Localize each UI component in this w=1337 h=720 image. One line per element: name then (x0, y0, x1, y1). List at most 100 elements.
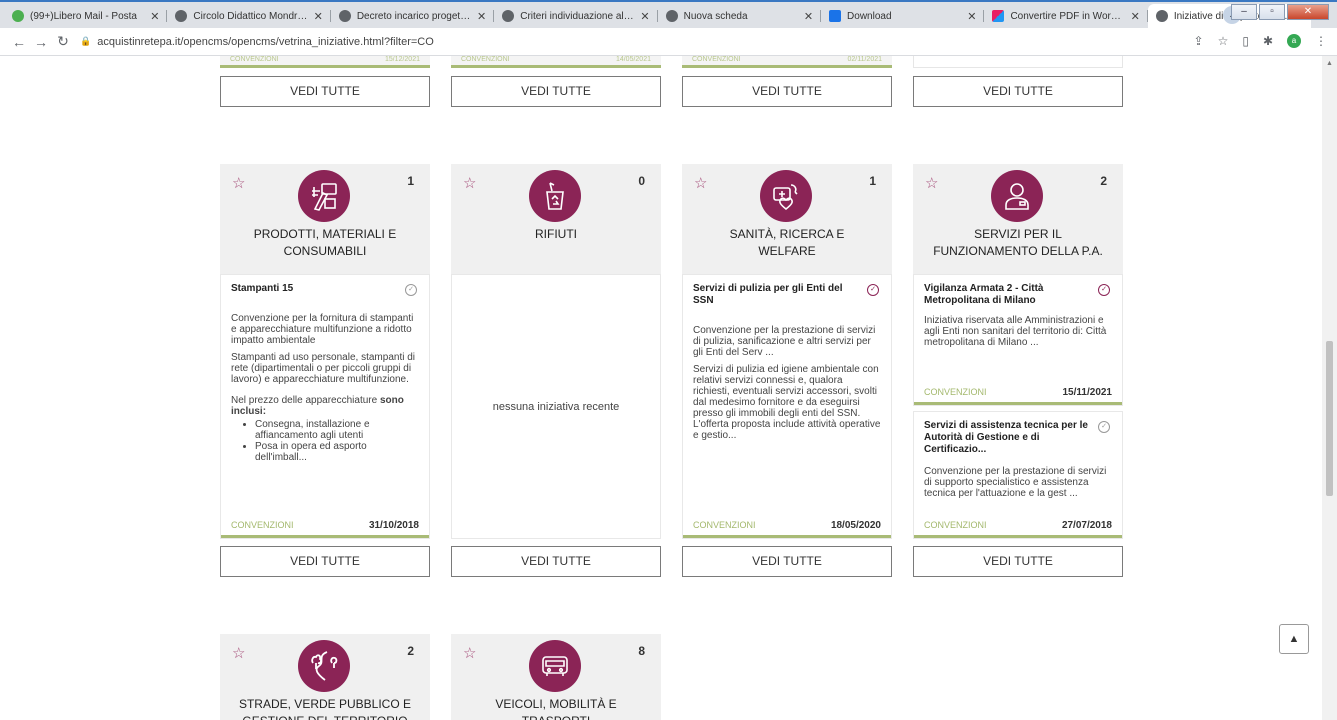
chevron-up-icon: ▲ (1288, 633, 1300, 645)
browser-tab[interactable]: Nuova scheda ✕ (658, 4, 822, 28)
category-card-servizi-pa: ☆ 2 SERVIZI PER IL FUNZIONAMENTO DELLA P… (913, 164, 1123, 539)
lock-icon: 🔒 (80, 36, 92, 46)
pdf-favicon-icon (992, 10, 1005, 22)
scrollbar-thumb[interactable] (1326, 341, 1333, 496)
close-tab-icon[interactable]: ✕ (967, 10, 976, 23)
category-title: VEICOLI, MOBILITÀ E TRASPORTI (495, 697, 617, 720)
close-tab-icon[interactable]: ✕ (477, 10, 486, 23)
initiative-item[interactable]: Servizi di assistenza tecnica per le Aut… (913, 411, 1123, 539)
page-content: CONVENZIONI 15/12/2021 CONVENZIONI 14/05/2… (0, 56, 1322, 720)
category-card-prodotti: ☆ 1 PRODOTTI, MATERIALI E CONSUMABILI St… (220, 164, 430, 539)
category-title: PRODOTTI, MATERIALI E CONSUMABILI (253, 227, 397, 258)
back-to-top-button[interactable]: ▲ (1279, 624, 1309, 654)
initiative-item[interactable]: Stampanti 15 ✓ Convenzione per la fornit… (220, 274, 430, 539)
minimize-button[interactable]: – (1231, 4, 1257, 20)
type-tag: CONVENZIONI (693, 520, 756, 530)
browser-tab[interactable]: Criteri individuazione alunn ✕ (494, 4, 658, 28)
reload-icon[interactable]: ↻ (52, 33, 74, 50)
page-scrollbar[interactable]: ▲ (1322, 56, 1337, 720)
window-controls: – ▫ ✕ (1231, 4, 1329, 20)
item-date: 27/07/2018 (1061, 520, 1112, 531)
healthcare-icon (760, 170, 812, 222)
scroll-up-arrow-icon[interactable]: ▲ (1326, 60, 1333, 67)
browser-tab[interactable]: Decreto incarico progettist ✕ (331, 4, 495, 28)
star-outline-icon[interactable]: ☆ (694, 174, 707, 192)
category-title: STRADE, VERDE PUBBLICO E GESTIONE DEL TE… (238, 697, 412, 720)
check-circle-icon: ✓ (867, 284, 879, 296)
globe-favicon-icon (665, 10, 678, 22)
initiative-item[interactable]: Servizi di pulizia per gli Enti del SSN … (682, 274, 892, 539)
vedi-tutte-button[interactable]: VEDI TUTTE (220, 76, 430, 107)
browser-tab-bar: (99+)Libero Mail - Posta ✕ Circolo Didatt… (0, 0, 1337, 28)
category-title: RIFIUTI (535, 227, 577, 241)
download-favicon-icon (829, 10, 842, 22)
item-footer-stub (913, 56, 1123, 68)
check-circle-icon: ✓ (1098, 284, 1110, 296)
close-tab-icon[interactable]: ✕ (314, 10, 323, 23)
menu-kebab-icon[interactable]: ⋮ (1315, 34, 1327, 48)
item-footer: CONVENZIONI 15/11/2021 (914, 383, 1122, 405)
profile-avatar[interactable]: a (1287, 34, 1301, 48)
star-outline-icon[interactable]: ☆ (463, 174, 476, 192)
share-icon[interactable]: ⇪ (1194, 34, 1204, 48)
close-tab-icon[interactable]: ✕ (1131, 10, 1140, 23)
item-date: 31/10/2018 (368, 520, 419, 531)
category-card-rifiuti: ☆ 0 RIFIUTI nessuna iniziativa recente (451, 164, 661, 539)
url-field[interactable]: 🔒 acquistinretepa.it/opencms/opencms/vet… (80, 36, 434, 48)
vedi-tutte-button[interactable]: VEDI TUTTE (682, 546, 892, 577)
globe-favicon-icon (175, 10, 188, 22)
civil-servant-icon (991, 170, 1043, 222)
empty-message: nessuna iniziativa recente (451, 274, 661, 539)
globe-favicon-icon (338, 10, 351, 22)
mail-favicon-icon (12, 10, 24, 22)
products-icon (298, 170, 350, 222)
type-tag: CONVENZIONI (924, 387, 987, 397)
browser-tab[interactable]: Convertire PDF in Word - T ✕ (984, 4, 1148, 28)
browser-tab[interactable]: Circolo Didattico Mondrag ✕ (167, 4, 331, 28)
item-footer-stub: CONVENZIONI 14/05/2021 (451, 56, 661, 68)
item-footer-stub: CONVENZIONI 15/12/2021 (220, 56, 430, 68)
category-card-veicoli: ☆ 8 VEICOLI, MOBILITÀ E TRASPORTI (451, 634, 661, 720)
close-window-button[interactable]: ✕ (1287, 4, 1329, 20)
back-arrow-icon[interactable]: ← (8, 34, 30, 50)
close-tab-icon[interactable]: ✕ (804, 10, 813, 23)
bus-icon (529, 640, 581, 692)
type-tag: CONVENZIONI (231, 520, 294, 530)
type-tag: CONVENZIONI (924, 520, 987, 530)
vedi-tutte-button[interactable]: VEDI TUTTE (220, 546, 430, 577)
item-footer: CONVENZIONI 27/07/2018 (914, 516, 1122, 538)
vedi-tutte-button[interactable]: VEDI TUTTE (913, 546, 1123, 577)
initiative-item[interactable]: Vigilanza Armata 2 - Città Metropolitana… (913, 274, 1123, 406)
category-card-strade: ☆ 2 STRADE, VERDE PUBBLICO E GESTIONE DE… (220, 634, 430, 720)
recycle-bin-icon (529, 170, 581, 222)
vedi-tutte-button[interactable]: VEDI TUTTE (451, 76, 661, 107)
sidebar-icon[interactable]: ▯ (1242, 34, 1249, 48)
item-footer-stub: CONVENZIONI 02/11/2021 (682, 56, 892, 68)
category-card-sanita: ☆ 1 SANITÀ, RICERCA E WELFARE Servizi di… (682, 164, 892, 539)
star-outline-icon[interactable]: ☆ (463, 644, 476, 662)
forward-arrow-icon[interactable]: → (30, 34, 52, 50)
item-date: 18/05/2020 (830, 520, 881, 531)
vedi-tutte-button[interactable]: VEDI TUTTE (682, 76, 892, 107)
star-outline-icon[interactable]: ☆ (925, 174, 938, 192)
close-tab-icon[interactable]: ✕ (150, 10, 159, 23)
item-footer: CONVENZIONI 18/05/2020 (683, 516, 891, 538)
star-outline-icon[interactable]: ☆ (232, 644, 245, 662)
check-circle-icon: ✓ (405, 284, 417, 296)
star-outline-icon[interactable]: ☆ (232, 174, 245, 192)
maximize-button[interactable]: ▫ (1259, 4, 1285, 20)
browser-tab[interactable]: (99+)Libero Mail - Posta ✕ (4, 4, 168, 28)
vedi-tutte-button[interactable]: VEDI TUTTE (913, 76, 1123, 107)
browser-tab[interactable]: Download ✕ (821, 4, 985, 28)
road-tree-icon (298, 640, 350, 692)
extensions-puzzle-icon[interactable]: ✱ (1263, 34, 1273, 48)
vedi-tutte-button[interactable]: VEDI TUTTE (451, 546, 661, 577)
bookmark-star-icon[interactable]: ☆ (1218, 34, 1229, 48)
globe-favicon-icon (502, 10, 515, 22)
category-title: SERVIZI PER IL FUNZIONAMENTO DELLA P.A. (933, 227, 1103, 258)
address-bar: ← → ↻ 🔒 acquistinretepa.it/opencms/openc… (0, 28, 1337, 56)
globe-favicon-icon (1155, 10, 1168, 22)
category-title: SANITÀ, RICERCA E WELFARE (729, 227, 845, 258)
item-footer: CONVENZIONI 31/10/2018 (221, 516, 429, 538)
close-tab-icon[interactable]: ✕ (640, 10, 649, 23)
